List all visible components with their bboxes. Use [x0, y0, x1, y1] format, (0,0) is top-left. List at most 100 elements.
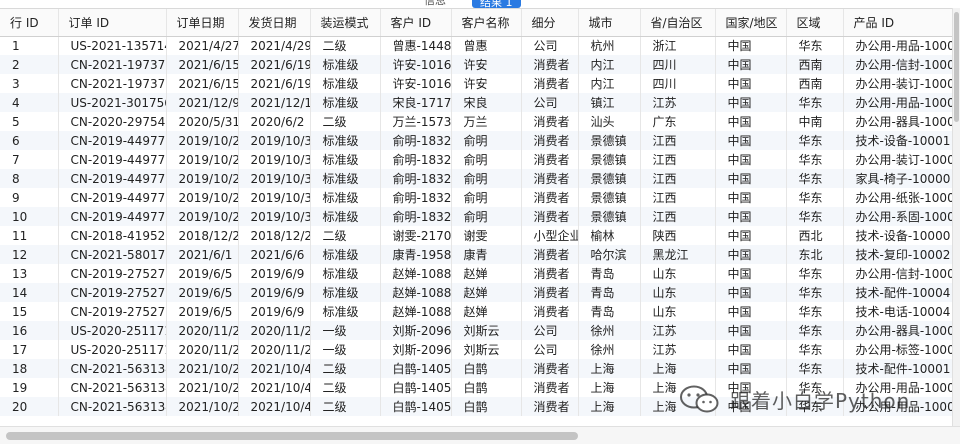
table-cell[interactable]: CN-2018-4195213 [58, 226, 167, 245]
table-cell[interactable]: 消费者 [521, 112, 579, 131]
table-cell[interactable]: 景德镇 [578, 188, 641, 207]
table-cell[interactable]: 中南 [786, 112, 844, 131]
table-cell[interactable]: 中国 [715, 321, 787, 340]
table-cell[interactable]: 中国 [715, 188, 787, 207]
table-cell[interactable]: 2019/6/9 [238, 283, 311, 302]
table-cell[interactable]: 俞明-18325 [380, 150, 452, 169]
table-cell[interactable]: 榆林 [578, 226, 641, 245]
table-cell[interactable]: 俞明-18325 [380, 131, 452, 150]
table-cell[interactable]: 办公用-标签-1000 [843, 340, 952, 359]
table-cell[interactable]: 办公用-用品-1000 [843, 93, 952, 112]
table-cell[interactable]: 2021/6/6 [238, 245, 311, 264]
table-cell[interactable]: 办公用-装订-1000 [843, 150, 952, 169]
table-cell[interactable]: 华东 [786, 397, 844, 416]
table-cell[interactable]: 华东 [786, 359, 844, 378]
table-cell[interactable]: 白鹊-14050 [380, 378, 452, 397]
table-cell[interactable]: 消费者 [521, 55, 579, 74]
table-cell[interactable]: 技术-配件-10001 [843, 359, 952, 378]
table-row[interactable]: 10CN-2019-44977362019/10/272019/10/31标准级… [0, 207, 952, 226]
table-cell[interactable]: 4 [0, 93, 59, 112]
table-cell[interactable]: 2019/10/31 [238, 188, 311, 207]
table-cell[interactable]: 2021/10/4 [238, 378, 311, 397]
table-cell[interactable]: 消费者 [521, 397, 579, 416]
table-cell[interactable]: 2021/6/19 [238, 74, 311, 93]
table-cell[interactable]: 俞明 [451, 188, 522, 207]
table-cell[interactable]: 14 [0, 283, 59, 302]
table-cell[interactable]: 19 [0, 378, 59, 397]
table-cell[interactable]: 华东 [786, 150, 844, 169]
table-cell[interactable]: 华东 [786, 264, 844, 283]
table-cell[interactable]: 陕西 [640, 226, 716, 245]
table-row[interactable]: 15CN-2019-27527242019/6/52019/6/9标准级赵婵-1… [0, 302, 952, 321]
table-cell[interactable]: 白鹊 [451, 397, 522, 416]
tab-info[interactable]: 信息 [424, 0, 446, 8]
table-cell[interactable]: 2020/6/2 [238, 112, 311, 131]
table-cell[interactable]: 华东 [786, 131, 844, 150]
table-cell[interactable]: 2021/12/13 [238, 93, 311, 112]
table-cell[interactable]: 家具-椅子-10000 [843, 169, 952, 188]
table-cell[interactable]: 办公用-用品-1000 [843, 378, 952, 397]
table-cell[interactable]: 西南 [786, 74, 844, 93]
table-row[interactable]: 19CN-2021-56313422021/10/22021/10/4二级白鹊-… [0, 378, 952, 397]
table-cell[interactable]: 刘斯-20965 [380, 340, 452, 359]
table-cell[interactable]: 二级 [310, 112, 381, 131]
table-cell[interactable]: 曾惠-14485 [380, 36, 452, 55]
table-cell[interactable]: 消费者 [521, 378, 579, 397]
table-cell[interactable]: CN-2021-1973789 [58, 74, 167, 93]
table-cell[interactable]: 8 [0, 169, 59, 188]
table-cell[interactable]: 16 [0, 321, 59, 340]
table-cell[interactable]: 2018/12/24 [238, 226, 311, 245]
column-header[interactable]: 产品 ID [843, 9, 952, 37]
table-cell[interactable]: 2021/6/15 [166, 55, 239, 74]
table-cell[interactable]: 青岛 [578, 283, 641, 302]
table-cell[interactable]: 2020/11/22 [166, 321, 239, 340]
table-cell[interactable]: 江西 [640, 150, 716, 169]
table-cell[interactable]: 俞明-18325 [380, 207, 452, 226]
table-cell[interactable]: US-2021-1357144 [58, 36, 167, 55]
table-cell[interactable]: 6 [0, 131, 59, 150]
table-cell[interactable]: 中国 [715, 302, 787, 321]
table-cell[interactable]: 2020/11/22 [166, 340, 239, 359]
table-cell[interactable]: 江西 [640, 131, 716, 150]
table-cell[interactable]: 13 [0, 264, 59, 283]
table-cell[interactable]: 华东 [786, 283, 844, 302]
column-header[interactable]: 细分 [521, 9, 579, 37]
table-cell[interactable]: 公司 [521, 36, 579, 55]
table-cell[interactable]: 华东 [786, 188, 844, 207]
table-row[interactable]: 12CN-2021-58017112021/6/12021/6/6标准级康青-1… [0, 245, 952, 264]
table-cell[interactable]: 2021/10/4 [238, 397, 311, 416]
column-header[interactable]: 客户名称 [451, 9, 522, 37]
table-cell[interactable]: 内江 [578, 74, 641, 93]
table-cell[interactable]: 公司 [521, 93, 579, 112]
table-cell[interactable]: 消费者 [521, 74, 579, 93]
table-row[interactable]: 5CN-2020-29754162020/5/312020/6/2二级万兰-15… [0, 112, 952, 131]
table-cell[interactable]: 2021/10/2 [166, 397, 239, 416]
table-cell[interactable]: 上海 [578, 359, 641, 378]
column-header[interactable]: 发货日期 [238, 9, 311, 37]
table-cell[interactable]: 技术-设备-10001 [843, 131, 952, 150]
table-cell[interactable]: 2019/6/5 [166, 283, 239, 302]
table-cell[interactable]: 中国 [715, 226, 787, 245]
table-cell[interactable]: 2021/10/4 [238, 359, 311, 378]
table-cell[interactable]: 2019/6/9 [238, 302, 311, 321]
table-cell[interactable]: 9 [0, 188, 59, 207]
vertical-scroll-thumb[interactable] [954, 12, 959, 122]
table-cell[interactable]: 江西 [640, 207, 716, 226]
table-cell[interactable]: 万兰-15730 [380, 112, 452, 131]
table-cell[interactable]: 赵婵 [451, 264, 522, 283]
table-cell[interactable]: CN-2019-4497736 [58, 207, 167, 226]
table-cell[interactable]: 中国 [715, 283, 787, 302]
table-cell[interactable]: CN-2020-2975416 [58, 112, 167, 131]
table-cell[interactable]: 二级 [310, 36, 381, 55]
table-cell[interactable]: 技术-复印-10002 [843, 245, 952, 264]
table-row[interactable]: 13CN-2019-27527242019/6/52019/6/9标准级赵婵-1… [0, 264, 952, 283]
horizontal-scroll-thumb[interactable] [6, 432, 578, 440]
column-header[interactable]: 订单 ID [58, 9, 167, 37]
table-cell[interactable]: 山东 [640, 283, 716, 302]
table-cell[interactable]: 标准级 [310, 207, 381, 226]
table-cell[interactable]: 标准级 [310, 150, 381, 169]
table-cell[interactable]: 许安-10165 [380, 74, 452, 93]
table-cell[interactable]: 中国 [715, 378, 787, 397]
table-row[interactable]: 17US-2020-25117142020/11/222020/11/25一级刘… [0, 340, 952, 359]
table-row[interactable]: 16US-2020-25117142020/11/222020/11/25一级刘… [0, 321, 952, 340]
